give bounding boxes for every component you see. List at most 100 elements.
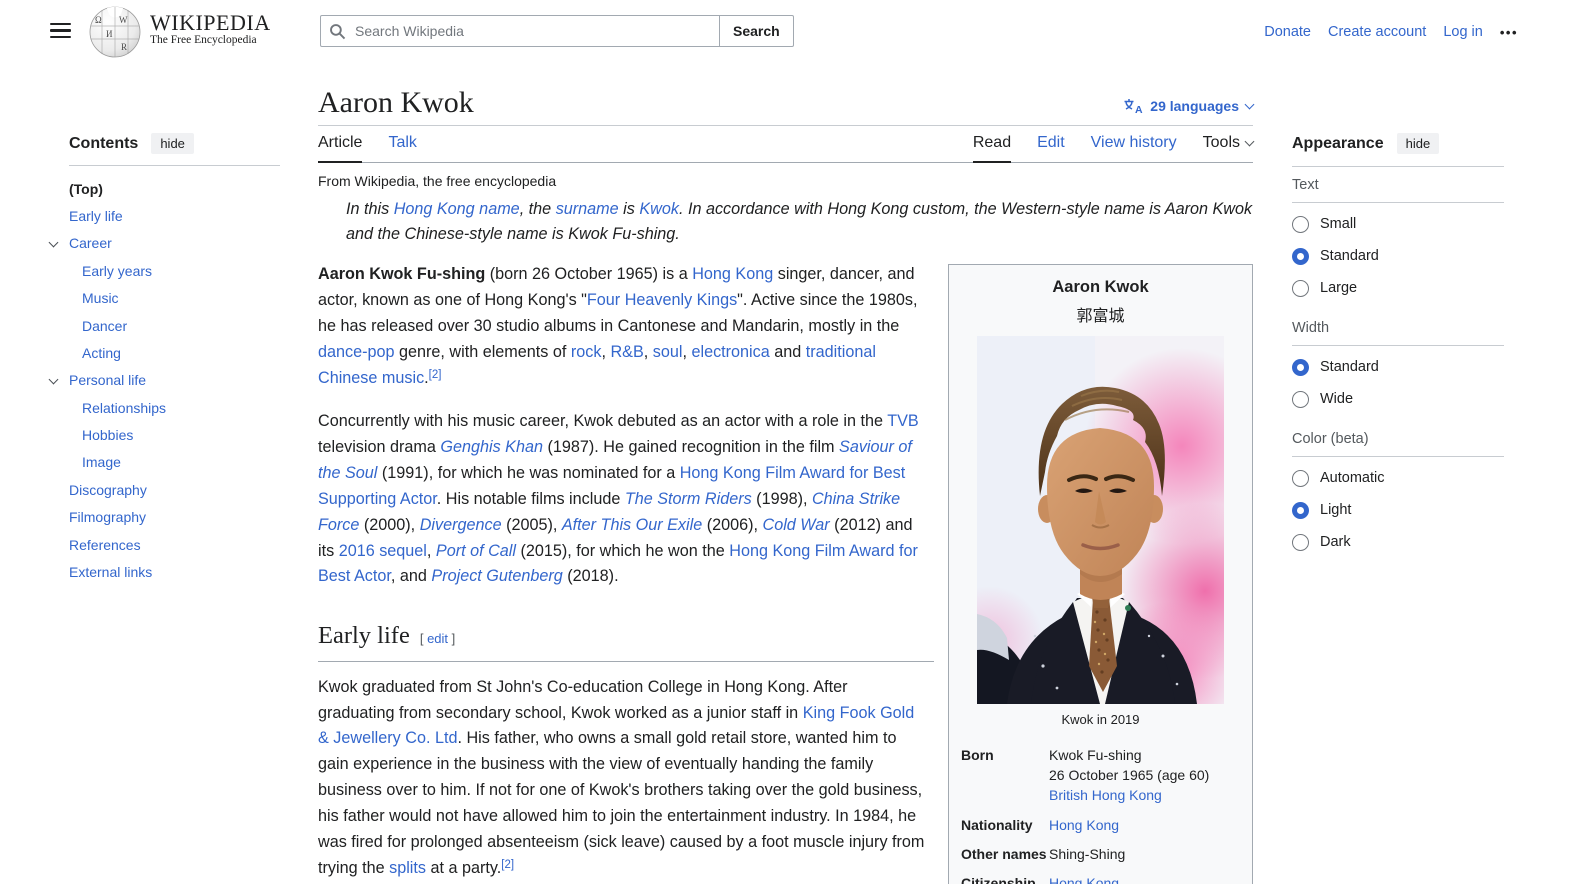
sidebar-item-personal-life[interactable]: Personal life — [46, 367, 286, 394]
chevron-down-icon[interactable] — [48, 237, 59, 248]
radio-icon[interactable] — [1292, 279, 1309, 297]
text-segment: (2005), — [501, 515, 562, 534]
appearance-title: Appearance — [1292, 134, 1384, 152]
link[interactable]: soul — [653, 343, 683, 361]
search-input[interactable] — [320, 15, 720, 47]
radio-text-small[interactable]: Small — [1292, 208, 1504, 240]
sidebar-item-filmography[interactable]: Filmography — [46, 504, 286, 531]
radio-selected-icon[interactable] — [1292, 247, 1309, 265]
link[interactable]: Four Heavenly Kings — [587, 291, 737, 309]
sidebar-item-external-links[interactable]: External links — [46, 558, 286, 585]
sidebar-item-image[interactable]: Image — [46, 449, 286, 476]
create-account-link[interactable]: Create account — [1328, 24, 1426, 40]
link[interactable]: Hong Kong name — [394, 200, 520, 218]
donate-link[interactable]: Donate — [1264, 24, 1311, 40]
radio-icon[interactable] — [1292, 533, 1309, 551]
link[interactable]: Divergence — [420, 516, 502, 534]
appearance-section-text: Text Small Standard Large — [1292, 177, 1504, 304]
link[interactable]: Genghis Khan — [440, 438, 543, 456]
link[interactable]: Cold War — [763, 516, 830, 534]
svg-text:Ω: Ω — [95, 15, 102, 25]
radio-selected-icon[interactable] — [1292, 501, 1309, 519]
wikipedia-wordmark[interactable]: WIKIPEDIA The Free Encyclopedia — [150, 11, 271, 46]
link[interactable]: British Hong Kong — [1049, 787, 1162, 803]
search-button[interactable]: Search — [719, 15, 794, 47]
log-in-link[interactable]: Log in — [1443, 24, 1483, 40]
text-segment: (2018). — [562, 567, 619, 586]
sidebar-item-early-life[interactable]: Early life — [46, 202, 286, 229]
logo-title: WIKIPEDIA — [150, 10, 271, 35]
sidebar-item-top[interactable]: (Top) — [46, 175, 286, 202]
link[interactable]: 2016 sequel — [339, 542, 427, 560]
reference-link[interactable]: [2] — [501, 859, 514, 871]
tab-edit[interactable]: Edit — [1037, 134, 1065, 162]
tab-tools[interactable]: Tools — [1203, 134, 1255, 162]
infobox-chinese-name: 郭富城 — [1076, 306, 1125, 326]
sidebar-item-relationships[interactable]: Relationships — [46, 394, 286, 421]
tab-label: Talk — [388, 134, 417, 151]
link[interactable]: Hong Kong — [1049, 817, 1119, 833]
sidebar-item-music[interactable]: Music — [46, 285, 286, 312]
link[interactable]: The Storm Riders — [625, 490, 752, 508]
link[interactable]: Project Gutenberg — [431, 567, 562, 585]
svg-text:И: И — [106, 29, 113, 39]
link[interactable]: TVB — [887, 412, 918, 430]
sidebar-item-dancer[interactable]: Dancer — [46, 312, 286, 339]
edit-section-link[interactable]: [ edit ] — [420, 631, 455, 646]
tab-article[interactable]: Article — [318, 134, 363, 163]
logo-subtitle: The Free Encyclopedia — [150, 34, 257, 47]
languages-button[interactable]: A 29 languages — [1123, 98, 1255, 122]
radio-text-standard[interactable]: Standard — [1292, 240, 1504, 272]
appearance-hide-button[interactable]: hide — [1396, 133, 1440, 154]
radio-icon[interactable] — [1292, 469, 1309, 487]
link[interactable]: dance-pop — [318, 343, 395, 361]
sidebar-item-early-years[interactable]: Early years — [46, 257, 286, 284]
link[interactable]: Hong Kong — [1049, 875, 1119, 884]
text-segment: 26 October 1965 (age 60) — [1049, 767, 1210, 784]
infobox-image[interactable] — [934, 336, 1293, 742]
sidebar-item-discography[interactable]: Discography — [46, 476, 286, 503]
link[interactable]: Kwok — [639, 200, 679, 218]
sidebar-item-career[interactable]: Career — [46, 230, 286, 257]
search-icon — [329, 23, 346, 43]
link[interactable]: Hong Kong — [692, 265, 773, 283]
radio-width-wide[interactable]: Wide — [1292, 383, 1504, 415]
page-title: Aaron Kwok — [318, 86, 474, 119]
sidebar-item-references[interactable]: References — [46, 531, 286, 558]
wikipedia-globe-logo[interactable]: Ω WИR — [88, 4, 142, 61]
link[interactable]: surname — [556, 200, 619, 218]
text-segment: (1998), — [751, 489, 812, 508]
text-segment: Concurrently with his music career, Kwok… — [318, 411, 888, 430]
toc-hide-button[interactable]: hide — [151, 133, 194, 154]
menu-icon[interactable] — [50, 23, 71, 38]
tab-read[interactable]: Read — [972, 134, 1012, 163]
tab-view-history[interactable]: View history — [1091, 134, 1177, 162]
radio-color-beta-automatic[interactable]: Automatic — [1292, 462, 1504, 494]
reference-link[interactable]: [2] — [429, 369, 442, 381]
sidebar-item-hobbies[interactable]: Hobbies — [46, 421, 286, 448]
hatnote: In this Hong Kong name, the surname is K… — [318, 197, 1253, 249]
text-segment: , — [426, 541, 436, 560]
link[interactable]: After This Our Exile — [562, 516, 702, 534]
tab-talk[interactable]: Talk — [388, 134, 416, 162]
sidebar-item-acting[interactable]: Acting — [46, 339, 286, 366]
chevron-down-icon — [1244, 136, 1255, 147]
radio-selected-icon[interactable] — [1292, 358, 1309, 376]
link[interactable]: rock — [571, 343, 602, 361]
chevron-down-icon[interactable] — [48, 374, 59, 385]
text-segment: . His father, who owns a small gold reta… — [318, 729, 925, 878]
text-segment: (2000), — [359, 515, 420, 534]
radio-icon[interactable] — [1292, 215, 1309, 233]
radio-width-standard[interactable]: Standard — [1292, 351, 1504, 383]
link[interactable]: Port of Call — [436, 542, 516, 560]
radio-color-beta-dark[interactable]: Dark — [1292, 526, 1504, 558]
link[interactable]: R&B — [610, 343, 643, 361]
radio-color-beta-light[interactable]: Light — [1292, 494, 1504, 526]
more-options-icon[interactable]: ••• — [1500, 25, 1518, 40]
infobox-row-other-names: Other names Shing-Shing — [949, 839, 1252, 868]
link[interactable]: electronica — [691, 343, 769, 361]
link[interactable]: splits — [389, 859, 426, 877]
radio-icon[interactable] — [1292, 390, 1309, 408]
sidebar-item-label: External links — [69, 563, 153, 580]
radio-text-large[interactable]: Large — [1292, 272, 1504, 304]
